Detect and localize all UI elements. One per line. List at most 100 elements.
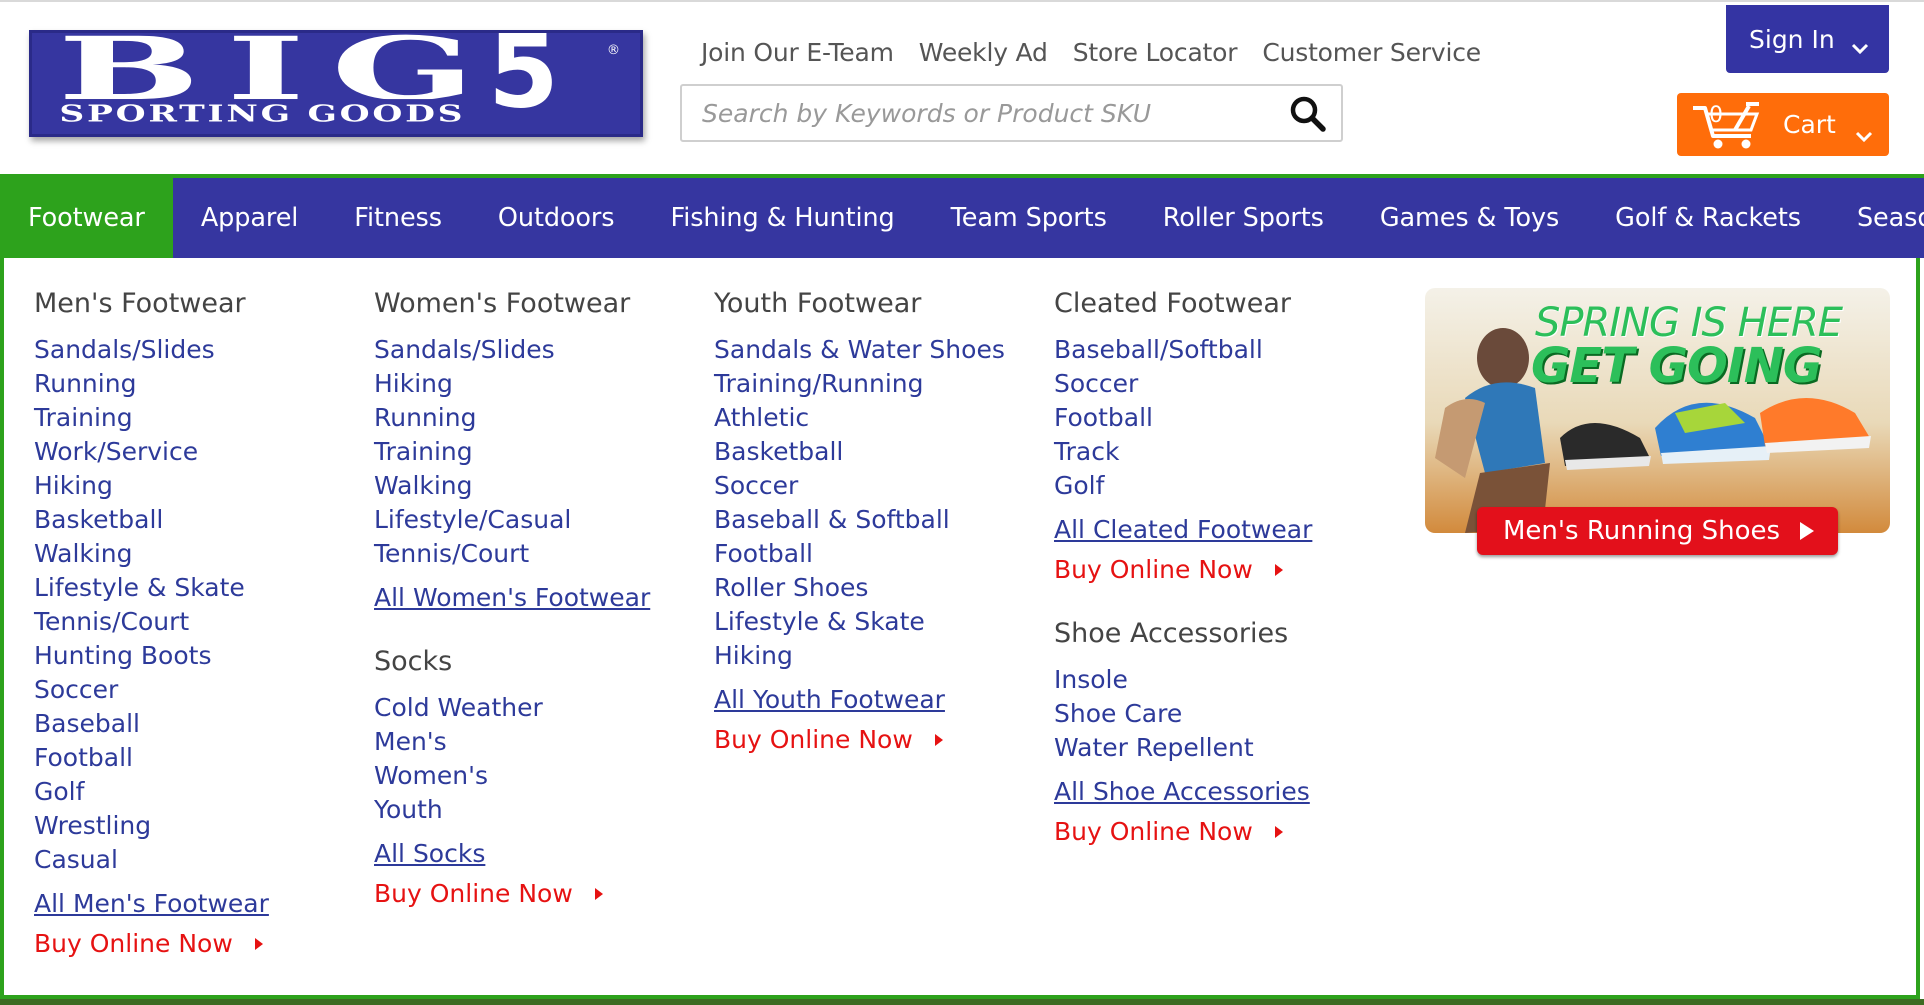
all-socks-link[interactable]: All Socks bbox=[374, 837, 485, 871]
buy-online-now-link[interactable]: Buy Online Now bbox=[374, 877, 650, 911]
mens-menu-link[interactable]: Walking bbox=[34, 537, 269, 571]
socks-heading: Socks bbox=[374, 646, 453, 677]
search-input[interactable] bbox=[682, 86, 1272, 140]
mens-menu-link[interactable]: Tennis/Court bbox=[34, 605, 269, 639]
cleated-menu-link[interactable]: Track bbox=[1054, 435, 1312, 469]
accessories-menu-link[interactable]: Insole bbox=[1054, 663, 1312, 697]
play-arrow-icon bbox=[1800, 522, 1814, 540]
cart-button[interactable]: 0 Cart bbox=[1677, 93, 1889, 156]
buy-online-now-link[interactable]: Buy Online Now bbox=[1054, 815, 1312, 849]
youth-menu-link[interactable]: Lifestyle & Skate bbox=[714, 605, 1005, 639]
mens-menu-link[interactable]: Wrestling bbox=[34, 809, 269, 843]
buy-online-now-link[interactable]: Buy Online Now bbox=[34, 927, 269, 961]
search-icon[interactable] bbox=[1289, 95, 1327, 133]
top-links: Join Our E-Team Weekly Ad Store Locator … bbox=[701, 38, 1506, 67]
nav-item-apparel[interactable]: Apparel bbox=[173, 178, 326, 258]
womens-menu-link[interactable]: Sandals/Slides bbox=[374, 333, 650, 367]
youth-menu-link[interactable]: Basketball bbox=[714, 435, 1005, 469]
womens-menu-link[interactable]: Hiking bbox=[374, 367, 650, 401]
link-weekly-ad[interactable]: Weekly Ad bbox=[919, 38, 1048, 67]
youth-menu-link[interactable]: Sandals & Water Shoes bbox=[714, 333, 1005, 367]
cleated-menu-link[interactable]: Football bbox=[1054, 401, 1312, 435]
mens-menu-link[interactable]: Hunting Boots bbox=[34, 639, 269, 673]
link-join-eteam[interactable]: Join Our E-Team bbox=[701, 38, 894, 67]
mens-menu-link[interactable]: Running bbox=[34, 367, 269, 401]
mens-menu-link[interactable]: Work/Service bbox=[34, 435, 269, 469]
cleated-menu-link[interactable]: Baseball/Softball bbox=[1054, 333, 1312, 367]
womens-menu-link[interactable]: Running bbox=[374, 401, 650, 435]
logo-subtitle: SPORTING GOODS bbox=[59, 100, 465, 128]
mens-menu-link[interactable]: Basketball bbox=[34, 503, 269, 537]
all-mens-footwear-link[interactable]: All Men's Footwear bbox=[34, 887, 269, 921]
nav-item-outdoors[interactable]: Outdoors bbox=[470, 178, 643, 258]
nav-item-fishing-hunting[interactable]: Fishing & Hunting bbox=[643, 178, 923, 258]
youth-menu-link[interactable]: Hiking bbox=[714, 639, 1005, 673]
youth-menu-link[interactable]: Football bbox=[714, 537, 1005, 571]
youth-footwear-column: Youth Footwear Sandals & Water Shoes Trai… bbox=[714, 287, 1005, 757]
nav-item-roller-sports[interactable]: Roller Sports bbox=[1135, 178, 1352, 258]
womens-menu-link[interactable]: Lifestyle/Casual bbox=[374, 503, 650, 537]
womens-menu-link[interactable]: Tennis/Court bbox=[374, 537, 650, 571]
sign-in-button[interactable]: Sign In bbox=[1726, 5, 1889, 73]
accessories-menu-link[interactable]: Shoe Care bbox=[1054, 697, 1312, 731]
nav-item-seasonal[interactable]: Seasonal bbox=[1829, 178, 1924, 258]
site-header: BIG 5 SPORTING GOODS ® Join Our E-Team W… bbox=[0, 0, 1924, 172]
cart-count: 0 bbox=[1709, 103, 1723, 128]
chevron-down-icon bbox=[1855, 120, 1873, 149]
mens-menu-link[interactable]: Sandals/Slides bbox=[34, 333, 269, 367]
main-nav: Footwear Apparel Fitness Outdoors Fishin… bbox=[0, 174, 1924, 258]
mens-running-shoes-button[interactable]: Men's Running Shoes bbox=[1477, 507, 1838, 555]
youth-menu-link[interactable]: Training/Running bbox=[714, 367, 1005, 401]
nav-item-footwear[interactable]: Footwear bbox=[0, 178, 173, 258]
socks-menu-link[interactable]: Youth bbox=[374, 793, 650, 827]
nav-item-golf-rackets[interactable]: Golf & Rackets bbox=[1587, 178, 1829, 258]
arrow-right-icon bbox=[254, 938, 263, 950]
buy-online-now-link[interactable]: Buy Online Now bbox=[714, 723, 1005, 757]
buy-online-now-label: Buy Online Now bbox=[714, 725, 913, 754]
arrow-right-icon bbox=[1274, 826, 1283, 838]
mens-menu-link[interactable]: Football bbox=[34, 741, 269, 775]
mens-menu-link[interactable]: Baseball bbox=[34, 707, 269, 741]
youth-menu-link[interactable]: Roller Shoes bbox=[714, 571, 1005, 605]
all-cleated-footwear-link[interactable]: All Cleated Footwear bbox=[1054, 513, 1312, 547]
nav-item-games-toys[interactable]: Games & Toys bbox=[1352, 178, 1587, 258]
all-womens-footwear-link[interactable]: All Women's Footwear bbox=[374, 581, 650, 615]
svg-text:5: 5 bbox=[488, 33, 559, 132]
mens-menu-link[interactable]: Soccer bbox=[34, 673, 269, 707]
mens-menu-link[interactable]: Training bbox=[34, 401, 269, 435]
youth-menu-link[interactable]: Athletic bbox=[714, 401, 1005, 435]
big5-logo[interactable]: BIG 5 SPORTING GOODS ® bbox=[29, 30, 643, 137]
cleated-menu-link[interactable]: Golf bbox=[1054, 469, 1312, 503]
all-youth-footwear-link[interactable]: All Youth Footwear bbox=[714, 683, 945, 717]
socks-menu-link[interactable]: Men's bbox=[374, 725, 650, 759]
womens-menu-link[interactable]: Training bbox=[374, 435, 650, 469]
nav-item-fitness[interactable]: Fitness bbox=[326, 178, 470, 258]
promo-banner[interactable]: SPRING IS HERE GET GOING Men's Running S… bbox=[1425, 288, 1890, 559]
mens-footwear-heading: Men's Footwear bbox=[34, 288, 246, 319]
socks-menu-link[interactable]: Women's bbox=[374, 759, 650, 793]
cleated-menu-link[interactable]: Soccer bbox=[1054, 367, 1312, 401]
youth-menu-link[interactable]: Soccer bbox=[714, 469, 1005, 503]
mens-menu-link[interactable]: Casual bbox=[34, 843, 269, 877]
svg-text:®: ® bbox=[607, 43, 620, 58]
shoe-accessories-section: Shoe Accessories Insole Shoe Care Water Re… bbox=[1054, 617, 1312, 849]
youth-footwear-links: Sandals & Water Shoes Training/Running Ath… bbox=[714, 333, 1005, 673]
buy-online-now-link[interactable]: Buy Online Now bbox=[1054, 553, 1312, 587]
promo-headline-2: GET GOING bbox=[1531, 338, 1822, 394]
womens-menu-link[interactable]: Walking bbox=[374, 469, 650, 503]
socks-menu-link[interactable]: Cold Weather bbox=[374, 691, 650, 725]
shoe-accessories-links: Insole Shoe Care Water Repellent bbox=[1054, 663, 1312, 765]
mens-menu-link[interactable]: Lifestyle & Skate bbox=[34, 571, 269, 605]
link-store-locator[interactable]: Store Locator bbox=[1073, 38, 1238, 67]
youth-menu-link[interactable]: Baseball & Softball bbox=[714, 503, 1005, 537]
mens-menu-link[interactable]: Hiking bbox=[34, 469, 269, 503]
cleated-footwear-heading: Cleated Footwear bbox=[1054, 288, 1291, 319]
mens-menu-link[interactable]: Golf bbox=[34, 775, 269, 809]
all-shoe-accessories-link[interactable]: All Shoe Accessories bbox=[1054, 775, 1310, 809]
link-customer-service[interactable]: Customer Service bbox=[1262, 38, 1481, 67]
accessories-menu-link[interactable]: Water Repellent bbox=[1054, 731, 1312, 765]
buy-online-now-label: Buy Online Now bbox=[1054, 555, 1253, 584]
arrow-right-icon bbox=[934, 734, 943, 746]
womens-footwear-links: Sandals/Slides Hiking Running Training Walki… bbox=[374, 333, 650, 571]
nav-item-team-sports[interactable]: Team Sports bbox=[923, 178, 1135, 258]
